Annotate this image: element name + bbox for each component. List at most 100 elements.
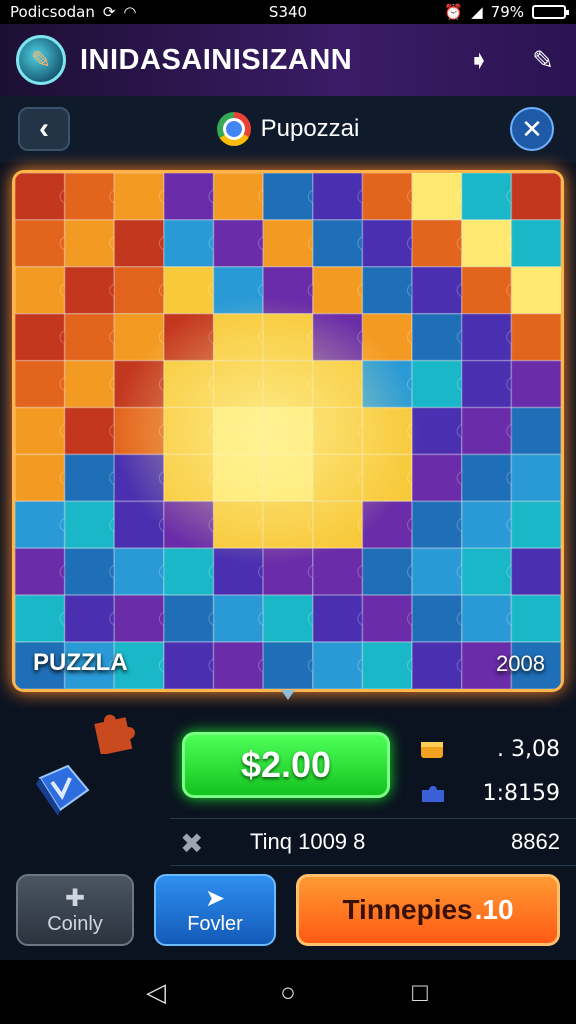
- puzzle-piece[interactable]: [312, 219, 364, 268]
- puzzle-piece[interactable]: [113, 173, 165, 221]
- puzzle-piece[interactable]: [113, 594, 165, 643]
- nav-home-icon[interactable]: ○: [268, 972, 308, 1012]
- puzzle-piece[interactable]: [460, 266, 513, 315]
- puzzle-piece[interactable]: [460, 359, 513, 409]
- puzzle-piece[interactable]: [212, 641, 264, 689]
- app-bar: ✎ INIDASAINISIZANN ➧ ✎: [0, 24, 576, 96]
- puzzle-piece[interactable]: [15, 219, 66, 268]
- puzzle-piece[interactable]: [63, 266, 116, 315]
- puzzle-piece[interactable]: [63, 312, 116, 362]
- puzzle-piece[interactable]: [510, 219, 561, 268]
- puzzle-piece[interactable]: [15, 406, 66, 456]
- price-button[interactable]: $2.00: [182, 732, 390, 798]
- puzzle-piece[interactable]: [411, 266, 463, 315]
- puzzle-piece[interactable]: [63, 594, 116, 643]
- puzzle-piece[interactable]: [361, 173, 413, 221]
- puzzle-piece[interactable]: [212, 173, 264, 221]
- puzzle-piece[interactable]: [460, 173, 513, 221]
- stat-top: . 3,08: [418, 736, 568, 762]
- puzzle-piece[interactable]: [63, 359, 116, 409]
- puzzle-piece[interactable]: [212, 219, 264, 268]
- puzzle-piece[interactable]: [15, 173, 66, 221]
- puzzle-piece[interactable]: [361, 594, 413, 643]
- puzzle-piece[interactable]: [510, 406, 561, 456]
- puzzle-piece[interactable]: [15, 453, 66, 503]
- puzzle-piece[interactable]: [113, 266, 165, 315]
- puzzle-piece[interactable]: [63, 500, 116, 550]
- puzzle-piece[interactable]: [361, 219, 413, 268]
- puzzle-piece[interactable]: [262, 641, 314, 689]
- puzzle-cube-icon[interactable]: [32, 760, 94, 818]
- puzzle-piece[interactable]: [63, 406, 116, 456]
- puzzle-grid[interactable]: [15, 173, 561, 689]
- puzzle-piece[interactable]: [411, 219, 463, 268]
- puzzle-piece[interactable]: [361, 641, 413, 689]
- puzzle-piece[interactable]: [63, 219, 116, 268]
- puzzle-piece[interactable]: [63, 453, 116, 503]
- puzzle-piece[interactable]: [15, 359, 66, 409]
- puzzle-piece[interactable]: [510, 266, 561, 315]
- coinly-button[interactable]: ✚ Coinly: [16, 874, 134, 946]
- puzzle-piece[interactable]: [15, 266, 66, 315]
- puzzle-piece[interactable]: [411, 547, 463, 596]
- tinnepies-button[interactable]: Tinnepies .10: [296, 874, 560, 946]
- puzzle-piece[interactable]: [163, 594, 215, 643]
- puzzle-piece[interactable]: [460, 500, 513, 550]
- puzzle-piece[interactable]: [411, 594, 463, 643]
- puzzle-piece[interactable]: [312, 173, 364, 221]
- nav-back-icon[interactable]: ◁: [136, 972, 176, 1012]
- puzzle-piece[interactable]: [510, 547, 561, 596]
- puzzle-piece[interactable]: [262, 173, 314, 221]
- puzzle-piece[interactable]: [510, 173, 561, 221]
- tinnepies-label: Tinnepies: [342, 894, 473, 925]
- fovler-button[interactable]: ➤ Fovler: [154, 874, 276, 946]
- puzzle-piece[interactable]: [15, 312, 66, 362]
- puzzle-piece[interactable]: [163, 266, 215, 315]
- close-button[interactable]: ✕: [510, 107, 554, 151]
- loose-puzzle-piece-icon[interactable]: [88, 706, 140, 754]
- puzzle-piece[interactable]: [262, 594, 314, 643]
- back-button[interactable]: ‹: [18, 107, 70, 151]
- puzzle-piece[interactable]: [212, 594, 264, 643]
- puzzle-piece[interactable]: [411, 500, 463, 550]
- puzzle-piece[interactable]: [411, 173, 463, 221]
- edit-icon[interactable]: ✎: [526, 43, 560, 77]
- puzzle-piece[interactable]: [163, 547, 215, 596]
- puzzle-piece[interactable]: [113, 547, 165, 596]
- puzzle-piece[interactable]: [510, 312, 561, 362]
- puzzle-globe-icon[interactable]: ✎: [16, 35, 66, 85]
- puzzle-piece[interactable]: [163, 173, 215, 221]
- nav-recents-icon[interactable]: □: [400, 972, 440, 1012]
- puzzle-piece[interactable]: [361, 266, 413, 315]
- puzzle-piece[interactable]: [361, 547, 413, 596]
- puzzle-board[interactable]: PUZZLA 2008: [12, 170, 564, 692]
- puzzle-piece[interactable]: [411, 641, 463, 689]
- puzzle-piece[interactable]: [411, 359, 463, 409]
- puzzle-piece[interactable]: [510, 359, 561, 409]
- send-icon[interactable]: ➧: [462, 43, 496, 77]
- puzzle-piece[interactable]: [510, 453, 561, 503]
- puzzle-piece[interactable]: [163, 641, 215, 689]
- puzzle-piece[interactable]: [411, 453, 463, 503]
- puzzle-piece[interactable]: [15, 500, 66, 550]
- puzzle-piece[interactable]: [15, 594, 66, 643]
- puzzle-piece[interactable]: [411, 406, 463, 456]
- puzzle-piece[interactable]: [163, 219, 215, 268]
- puzzle-piece[interactable]: [460, 547, 513, 596]
- puzzle-piece[interactable]: [460, 312, 513, 362]
- puzzle-piece[interactable]: [460, 594, 513, 643]
- puzzle-piece[interactable]: [510, 500, 561, 550]
- coin-chest-icon: [421, 742, 443, 758]
- puzzle-piece[interactable]: [113, 219, 165, 268]
- puzzle-piece[interactable]: [262, 219, 314, 268]
- puzzle-piece[interactable]: [63, 547, 116, 596]
- puzzle-piece[interactable]: [460, 219, 513, 268]
- puzzle-piece[interactable]: [460, 406, 513, 456]
- puzzle-piece[interactable]: [312, 594, 364, 643]
- puzzle-piece[interactable]: [312, 641, 364, 689]
- puzzle-piece[interactable]: [15, 547, 66, 596]
- puzzle-piece[interactable]: [411, 312, 463, 362]
- puzzle-piece[interactable]: [63, 173, 116, 221]
- puzzle-piece[interactable]: [510, 594, 561, 643]
- puzzle-piece[interactable]: [460, 453, 513, 503]
